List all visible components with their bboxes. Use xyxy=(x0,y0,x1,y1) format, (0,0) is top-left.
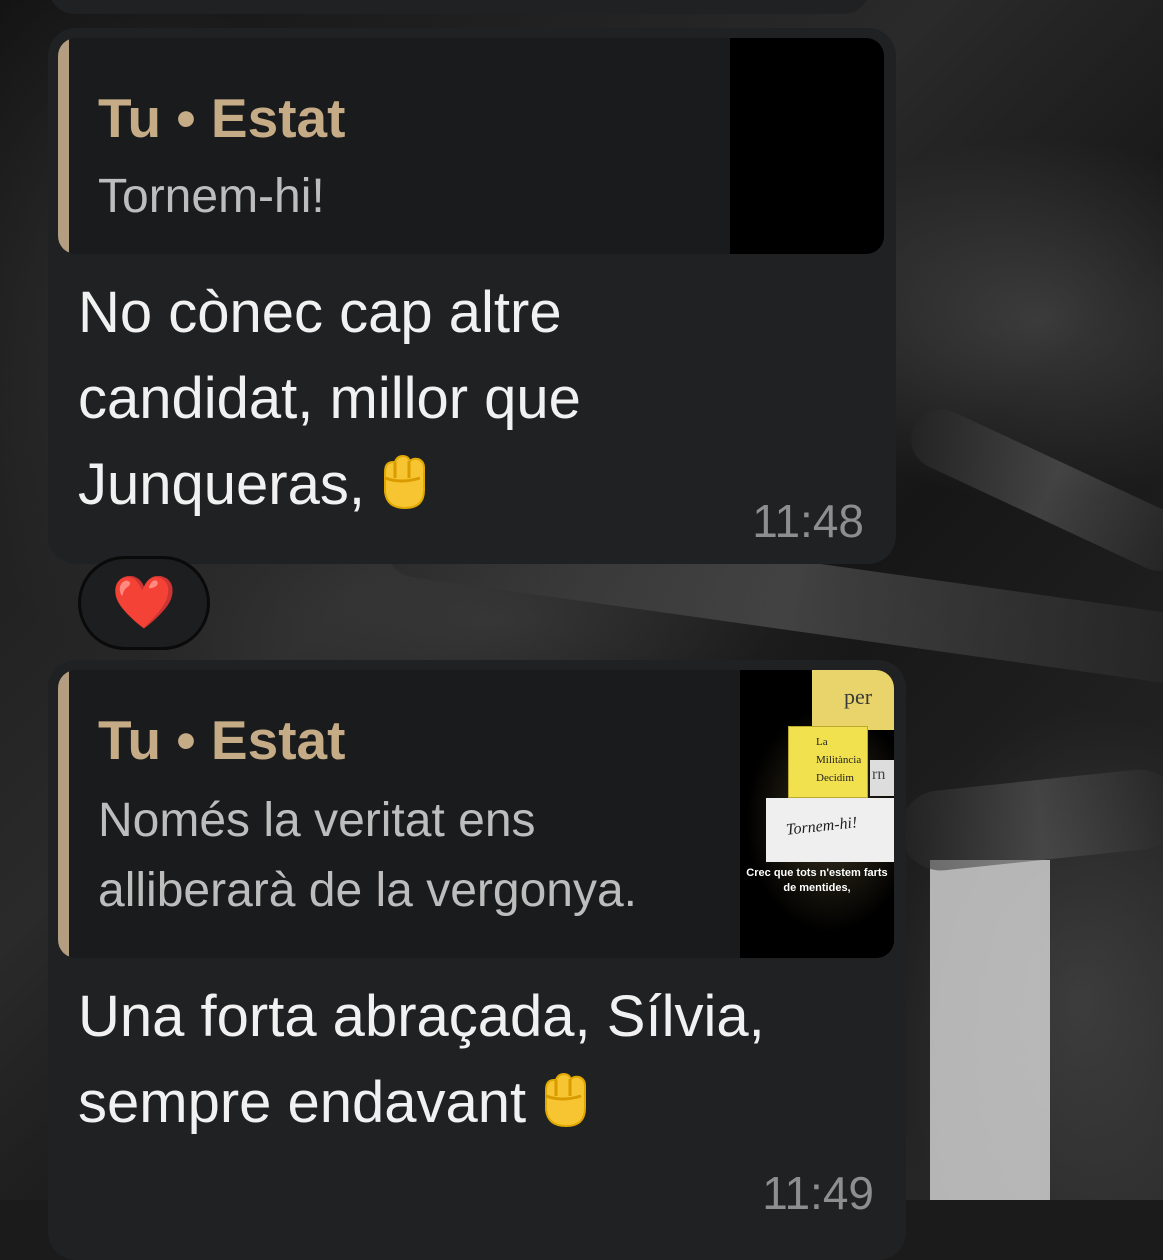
message-line: No cònec cap altre xyxy=(78,280,562,345)
message-line: Junqueras, xyxy=(78,442,581,528)
raised-fist-emoji-icon xyxy=(545,1072,587,1128)
quote-text-line: Només la veritat ens xyxy=(98,794,536,847)
previous-message-bubble[interactable] xyxy=(48,0,870,14)
message-line: candidat, millor que xyxy=(78,366,581,431)
message-line-text: sempre endavant xyxy=(78,1070,527,1135)
thumbnail-word: La xyxy=(816,736,828,748)
message-text: Una forta abraçada, Sílvia, sempre endav… xyxy=(78,974,765,1146)
thumbnail-word: Militància xyxy=(816,754,862,766)
reaction-badge[interactable]: ❤️ xyxy=(78,556,210,650)
message-time: 11:49 xyxy=(762,1167,874,1219)
heart-reaction-icon: ❤️ xyxy=(111,574,177,632)
quoted-status[interactable]: Tu • Estat Només la veritat ens allibera… xyxy=(58,670,894,958)
quoted-status[interactable]: Tu • Estat Tornem-hi! xyxy=(58,38,884,254)
message-time: 11:48 xyxy=(752,495,864,547)
message-line: Una forta abraçada, Sílvia, xyxy=(78,984,765,1049)
message-bubble[interactable]: Tu • Estat Només la veritat ens allibera… xyxy=(48,660,906,1260)
message-bubble[interactable]: Tu • Estat Tornem-hi! No cònec cap altre… xyxy=(48,28,896,564)
thumbnail-word: Decidim xyxy=(816,772,854,784)
quote-sender: Tu • Estat xyxy=(98,709,346,771)
message-line-text: Junqueras, xyxy=(78,452,365,517)
message-line: sempre endavant xyxy=(78,1060,765,1146)
thumbnail-word: per xyxy=(844,684,873,709)
quote-text-line: alliberarà de la vergonya. xyxy=(98,864,637,917)
quote-accent-bar xyxy=(58,670,69,958)
status-thumbnail[interactable] xyxy=(730,38,884,254)
thumbnail-caption: Crec que tots n'estem farts de mentides, xyxy=(746,867,888,894)
quote-text: Tornem-hi! xyxy=(98,170,325,223)
quote-accent-bar xyxy=(58,38,69,254)
quote-sender: Tu • Estat xyxy=(98,87,346,149)
raised-fist-emoji-icon xyxy=(383,454,425,510)
message-text: No cònec cap altre candidat, millor que … xyxy=(78,270,581,528)
thumbnail-word: rn xyxy=(872,766,886,783)
status-thumbnail[interactable]: per La Militància Decidim rn Tornem-hi! … xyxy=(740,670,894,958)
